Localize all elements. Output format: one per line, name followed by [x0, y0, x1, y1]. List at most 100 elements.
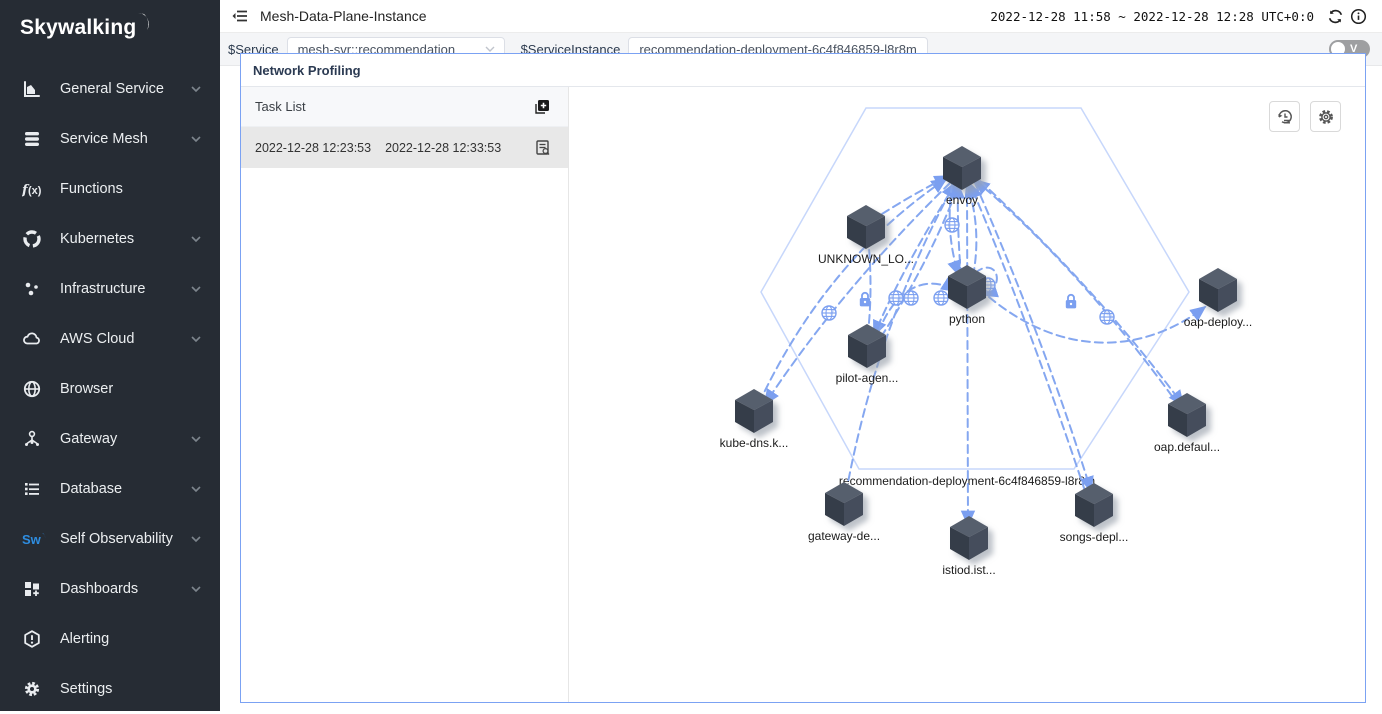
http-globe-icon: [945, 218, 959, 232]
http-globe-icon: [1100, 310, 1114, 324]
chevron-down-icon: [188, 81, 204, 97]
graph-node-istiod-ist[interactable]: istiod.ist...: [942, 516, 995, 577]
skywalking-swoosh-icon: [134, 12, 154, 34]
cube-icon: [847, 205, 885, 249]
task-list-header: Task List: [241, 87, 568, 127]
skywalking-sw-icon: Sw: [22, 529, 48, 549]
sidebar-nav: General Service Service Mesh f(x) Functi…: [0, 56, 220, 714]
panel-header: Network Profiling: [241, 54, 1365, 87]
graph-node-kube-dns-k[interactable]: kube-dns.k...: [720, 389, 789, 450]
chevron-down-icon: [188, 481, 204, 497]
svg-text:(x): (x): [28, 185, 42, 197]
graph-node-python[interactable]: python: [948, 265, 986, 326]
topology-edges: [759, 176, 1205, 525]
graph-node-label: gateway-de...: [808, 529, 880, 543]
cube-icon: [735, 389, 773, 433]
sidebar-item-database[interactable]: Database: [0, 464, 220, 514]
task-row[interactable]: 2022-12-28 12:23:53 2022-12-28 12:33:53: [241, 127, 568, 168]
skywalking-logo[interactable]: Skywalking: [0, 0, 220, 56]
function-icon: f(x): [22, 179, 48, 199]
chevron-down-icon: [188, 431, 204, 447]
graph-node-label: envoy: [946, 193, 978, 207]
graph-node-label: songs-depl...: [1060, 530, 1129, 544]
collapse-sidebar-icon[interactable]: [228, 7, 252, 25]
cloud-icon: [22, 329, 48, 349]
task-start-time: 2022-12-28 12:23:53: [255, 141, 371, 155]
graph-node-label: oap-deploy...: [1184, 315, 1253, 329]
graph-node-label: istiod.ist...: [942, 563, 995, 577]
graph-settings-button[interactable]: [1310, 101, 1341, 132]
sidebar-item-service-mesh[interactable]: Service Mesh: [0, 114, 220, 164]
sidebar-item-label: Settings: [60, 681, 204, 697]
sidebar-item-infrastructure[interactable]: Infrastructure: [0, 264, 220, 314]
gateway-icon: [22, 429, 48, 449]
task-history-button[interactable]: [1269, 101, 1300, 132]
sidebar-item-general-service[interactable]: General Service: [0, 64, 220, 114]
alert-icon: [22, 629, 48, 649]
http-globe-icon: [889, 291, 903, 305]
new-task-icon[interactable]: [530, 98, 554, 116]
chevron-down-icon: [188, 131, 204, 147]
sidebar-item-label: General Service: [60, 81, 188, 97]
dots-icon: [22, 279, 48, 299]
main-area: Mesh-Data-Plane-Instance 2022-12-28 11:5…: [220, 0, 1382, 711]
top-bar: Mesh-Data-Plane-Instance 2022-12-28 11:5…: [220, 0, 1382, 33]
globe-icon: [22, 379, 48, 399]
panel-body: Task List 2022-12-28 12:23:53 2022-12-28…: [241, 87, 1365, 702]
sidebar-item-label: Infrastructure: [60, 281, 188, 297]
database-icon: [22, 479, 48, 499]
network-profiling-panel: Network Profiling Task List 2022-12-28 1…: [240, 53, 1366, 703]
sidebar-item-label: Dashboards: [60, 581, 188, 597]
task-detail-icon[interactable]: [531, 139, 554, 156]
sidebar-item-label: Service Mesh: [60, 131, 188, 147]
graph-node-label: UNKNOWN_LO...: [818, 252, 914, 266]
graph-node-label: kube-dns.k...: [720, 436, 789, 450]
cube-icon: [1075, 483, 1113, 527]
grid-plus-icon: [22, 579, 48, 599]
chevron-down-icon: [188, 281, 204, 297]
sidebar-item-kubernetes[interactable]: Kubernetes: [0, 214, 220, 264]
sidebar-item-gateway[interactable]: Gateway: [0, 414, 220, 464]
sidebar-item-alerting[interactable]: Alerting: [0, 614, 220, 664]
cube-icon: [825, 482, 863, 526]
cube-icon: [848, 324, 886, 368]
sidebar-item-aws-cloud[interactable]: AWS Cloud: [0, 314, 220, 364]
task-list: Task List 2022-12-28 12:23:53 2022-12-28…: [241, 87, 569, 702]
graph-node-label: oap.defaul...: [1154, 440, 1220, 454]
sidebar-item-label: Kubernetes: [60, 231, 188, 247]
graph-node-oap-defaul[interactable]: oap.defaul...: [1154, 393, 1220, 454]
cube-icon: [948, 265, 986, 309]
sidebar-item-functions[interactable]: f(x) Functions: [0, 164, 220, 214]
graph-node-gateway-de[interactable]: gateway-de...: [808, 482, 880, 543]
http-globe-icon: [904, 291, 918, 305]
sidebar-item-label: AWS Cloud: [60, 331, 188, 347]
sidebar-item-label: Functions: [60, 181, 204, 197]
topology-graph-area: recommendation-deployment-6c4f846859-l8r…: [569, 87, 1365, 702]
graph-node-pilot-agen[interactable]: pilot-agen...: [836, 324, 899, 385]
sidebar-item-self-observability[interactable]: Sw Self Observability: [0, 514, 220, 564]
refresh-icon[interactable]: [1324, 8, 1347, 25]
chevron-down-icon: [188, 581, 204, 597]
time-range[interactable]: 2022-12-28 11:58 ~ 2022-12-28 12:28 UTC+…: [990, 9, 1314, 24]
sidebar-item-label: Self Observability: [60, 531, 188, 547]
sidebar-item-settings[interactable]: Settings: [0, 664, 220, 714]
gear-icon: [22, 679, 48, 699]
logo-text: Skywalking: [20, 16, 136, 40]
graph-controls: [1269, 101, 1341, 132]
sidebar-item-dashboards[interactable]: Dashboards: [0, 564, 220, 614]
graph-node-songs-depl[interactable]: songs-depl...: [1060, 483, 1129, 544]
graph-node-label: python: [949, 312, 985, 326]
graph-node-oap-deploy[interactable]: oap-deploy...: [1184, 268, 1253, 329]
sidebar: Skywalking General Service Service Mesh …: [0, 0, 220, 711]
layers-icon: [22, 129, 48, 149]
sidebar-item-label: Gateway: [60, 431, 188, 447]
topology-svg: recommendation-deployment-6c4f846859-l8r…: [569, 87, 1365, 701]
info-icon[interactable]: [1347, 8, 1370, 25]
sidebar-item-label: Database: [60, 481, 188, 497]
sidebar-item-browser[interactable]: Browser: [0, 364, 220, 414]
chevron-down-icon: [188, 231, 204, 247]
task-list-title: Task List: [255, 99, 530, 114]
graph-node-envoy[interactable]: envoy: [943, 146, 981, 207]
cube-icon: [1199, 268, 1237, 312]
page-title: Mesh-Data-Plane-Instance: [260, 8, 990, 24]
